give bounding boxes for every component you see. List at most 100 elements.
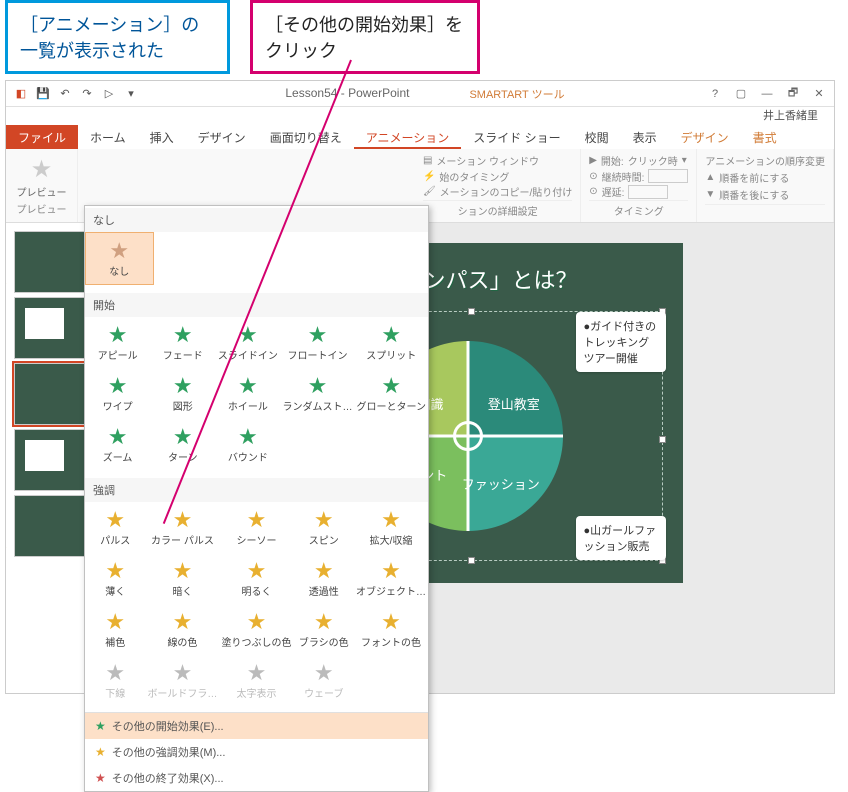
move-earlier-button[interactable]: ▲順番を前にする (705, 170, 825, 185)
anim-emphasis-item[interactable]: ★暗く (145, 553, 219, 604)
anim-entrance-item[interactable]: ★アピール (85, 317, 150, 368)
tab-home[interactable]: ホーム (78, 125, 138, 149)
star-icon: ★ (87, 508, 143, 532)
preview-star-icon: ★ (31, 155, 53, 184)
star-icon: ★ (356, 374, 426, 398)
star-icon: ★ (95, 771, 106, 785)
more-emphasis-effects[interactable]: ★その他の強調効果(M)... (85, 739, 428, 765)
tab-smartart-format[interactable]: 書式 (741, 125, 789, 149)
star-icon: ★ (296, 610, 352, 634)
star-icon: ★ (87, 374, 148, 398)
gallery-section-entrance: 開始 (85, 293, 428, 317)
star-icon: ★ (147, 661, 217, 685)
redo-button[interactable]: ↷ (78, 85, 96, 103)
quadrant-br[interactable]: ファッション (462, 474, 540, 493)
tab-file[interactable]: ファイル (6, 125, 78, 149)
tab-smartart-design[interactable]: デザイン (669, 125, 741, 149)
ribbon-display-button[interactable]: ▢ (730, 85, 752, 103)
anim-emphasis-item[interactable]: ★カラー パルス (145, 502, 219, 553)
advanced-animation-group: ▤メーション ウィンドウ ⚡始のタイミング 🖌メーションのコピー/貼り付け ショ… (415, 149, 581, 222)
anim-entrance-item[interactable]: ★ホイール (215, 368, 280, 419)
anim-emphasis-item[interactable]: ★線の色 (145, 604, 219, 655)
anim-entrance-item[interactable]: ★図形 (150, 368, 215, 419)
anim-emphasis-item[interactable]: ★パルス (85, 502, 145, 553)
anim-entrance-item[interactable]: ★ズーム (85, 419, 150, 470)
animation-painter-button[interactable]: 🖌メーションのコピー/貼り付け (423, 184, 572, 199)
note-bottom[interactable]: ●山ガールファッション販売 (576, 516, 666, 560)
tab-design[interactable]: デザイン (186, 125, 258, 149)
start-dropdown[interactable]: クリック時 (628, 153, 678, 168)
help-button[interactable]: ? (704, 85, 726, 103)
undo-button[interactable]: ↶ (56, 85, 74, 103)
anim-emphasis-item[interactable]: ★補色 (85, 604, 145, 655)
anim-emphasis-item[interactable]: ★明るく (219, 553, 293, 604)
reorder-title: アニメーションの順序変更 (705, 153, 825, 168)
anim-entrance-item[interactable]: ★ターン (150, 419, 215, 470)
start-from-beginning-button[interactable]: ▷ (100, 85, 118, 103)
trigger-icon: ⚡ (423, 171, 435, 182)
account-name[interactable]: 井上香緒里 (763, 110, 818, 122)
star-icon: ★ (152, 374, 213, 398)
anim-entrance-item[interactable]: ★グローとターン (354, 368, 428, 419)
anim-emphasis-item[interactable]: ★シーソー (219, 502, 293, 553)
more-exit-effects[interactable]: ★その他の終了効果(X)... (85, 765, 428, 791)
timing-group: ▶開始: クリック時 ▾ ⊙継続時間: ⊙遅延: タイミング (581, 149, 697, 222)
anim-entrance-item[interactable]: ★スライドイン (215, 317, 280, 368)
star-icon: ★ (221, 661, 291, 685)
window-title: Lesson54 - PowerPoint (285, 86, 409, 102)
tab-slideshow[interactable]: スライド ショー (461, 125, 572, 149)
preview-button[interactable]: ★ プレビュー プレビュー (6, 149, 78, 222)
star-icon: ★ (95, 745, 106, 759)
tab-view[interactable]: 表示 (621, 125, 669, 149)
trigger-button[interactable]: ⚡始のタイミング (423, 169, 572, 184)
anim-entrance-item[interactable]: ★フェード (150, 317, 215, 368)
anim-entrance-item[interactable]: ★スプリット (354, 317, 428, 368)
gallery-section-emphasis: 強調 (85, 478, 428, 502)
star-icon: ★ (217, 323, 278, 347)
anim-none[interactable]: ★なし (85, 232, 154, 285)
anim-entrance-item[interactable]: ★ワイプ (85, 368, 150, 419)
quadrant-tr[interactable]: 登山教室 (488, 394, 540, 413)
anim-emphasis-item[interactable]: ★拡大/収縮 (354, 502, 428, 553)
painter-icon: 🖌 (423, 186, 436, 197)
more-entrance-effects[interactable]: ★その他の開始効果(E)... (85, 713, 428, 739)
close-button[interactable]: ✕ (808, 85, 830, 103)
restore-button[interactable]: 🗗 (782, 85, 804, 103)
tab-review[interactable]: 校閲 (573, 125, 621, 149)
anim-emphasis-item[interactable]: ★オブジェクト… (354, 553, 428, 604)
star-icon: ★ (87, 559, 143, 583)
move-later-button[interactable]: ▼順番を後にする (705, 187, 825, 202)
star-icon: ★ (221, 559, 291, 583)
star-icon: ★ (87, 661, 143, 685)
animation-pane-button[interactable]: ▤メーション ウィンドウ (423, 153, 572, 168)
star-icon: ★ (87, 323, 148, 347)
app-icon[interactable]: ◧ (12, 85, 30, 103)
minimize-button[interactable]: — (756, 85, 778, 103)
delay-input[interactable] (628, 185, 668, 199)
anim-emphasis-item[interactable]: ★透過性 (294, 553, 354, 604)
anim-emphasis-item[interactable]: ★スピン (294, 502, 354, 553)
pane-icon: ▤ (423, 155, 432, 166)
anim-entrance-item[interactable]: ★フロートイン (280, 317, 354, 368)
anim-emphasis-item[interactable]: ★フォントの色 (354, 604, 428, 655)
star-icon: ★ (152, 323, 213, 347)
preview-group-label: プレビュー (17, 199, 67, 216)
reorder-group: アニメーションの順序変更 ▲順番を前にする ▼順番を後にする (697, 149, 834, 222)
timing-group-label: タイミング (589, 200, 688, 218)
anim-entrance-item[interactable]: ★バウンド (215, 419, 280, 470)
tab-transitions[interactable]: 画面切り替え (258, 125, 354, 149)
qat-customize-icon[interactable]: ▾ (122, 85, 140, 103)
anim-emphasis-item[interactable]: ★薄く (85, 553, 145, 604)
anim-emphasis-item[interactable]: ★ブラシの色 (294, 604, 354, 655)
duration-input[interactable] (648, 169, 688, 183)
anim-emphasis-item[interactable]: ★塗りつぶしの色 (219, 604, 293, 655)
anim-entrance-item[interactable]: ★ランダムスト… (280, 368, 354, 419)
star-icon: ★ (356, 559, 426, 583)
tab-animations[interactable]: アニメーション (354, 125, 462, 149)
tab-insert[interactable]: 挿入 (138, 125, 186, 149)
anim-emphasis-item: ★ウェーブ (294, 655, 354, 706)
save-button[interactable]: 💾 (34, 85, 52, 103)
ribbon-tabs: ファイル ホーム 挿入 デザイン 画面切り替え アニメーション スライド ショー… (6, 125, 834, 149)
star-icon: ★ (152, 425, 213, 449)
note-top[interactable]: ●ガイド付きのトレッキングツアー開催 (576, 312, 666, 372)
